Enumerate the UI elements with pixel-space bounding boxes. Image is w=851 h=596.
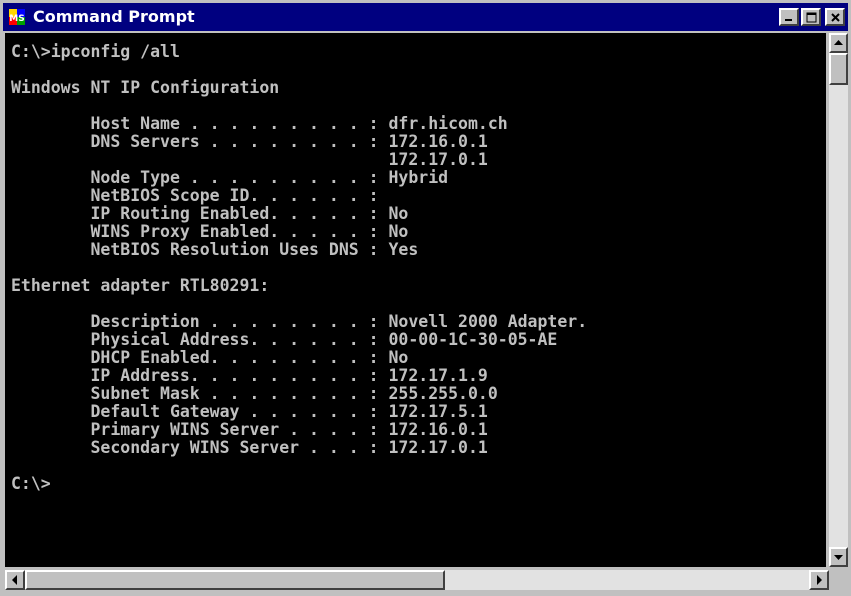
- console-line: Windows NT IP Configuration: [11, 78, 280, 97]
- console-line: Description . . . . . . . . : Novell 200…: [11, 312, 588, 331]
- window-title: Command Prompt: [33, 7, 195, 26]
- console-line: 172.17.0.1: [11, 150, 488, 169]
- ms-dos-icon[interactable]: MS: [9, 9, 25, 25]
- vertical-scroll-thumb[interactable]: [829, 53, 848, 85]
- console-line: DHCP Enabled. . . . . . . . : No: [11, 348, 409, 367]
- ms-logo-text: MS: [9, 14, 24, 24]
- close-button[interactable]: [825, 8, 845, 26]
- title-bar[interactable]: MS Command Prompt: [3, 3, 848, 31]
- minimize-icon: [785, 19, 792, 21]
- console-line: WINS Proxy Enabled. . . . . : No: [11, 222, 409, 241]
- vertical-scrollbar[interactable]: [829, 33, 848, 567]
- console-line: DNS Servers . . . . . . . . : 172.16.0.1: [11, 132, 488, 151]
- maximize-button[interactable]: [801, 8, 821, 26]
- console-line: Node Type . . . . . . . . . : Hybrid: [11, 168, 449, 187]
- arrow-down-icon: [834, 555, 843, 560]
- console-line: C:\>: [11, 474, 51, 493]
- resize-corner: [829, 570, 848, 590]
- console-output[interactable]: C:\>ipconfig /all Windows NT IP Configura…: [5, 33, 826, 567]
- console-line: Subnet Mask . . . . . . . . : 255.255.0.…: [11, 384, 498, 403]
- minimize-button[interactable]: [779, 8, 799, 26]
- console-line: Secondary WINS Server . . . : 172.17.0.1: [11, 438, 488, 457]
- console-line: Host Name . . . . . . . . . : dfr.hicom.…: [11, 114, 508, 133]
- arrow-left-icon: [12, 575, 17, 585]
- arrow-up-icon: [834, 40, 843, 45]
- arrow-right-icon: [817, 575, 822, 585]
- console-line: NetBIOS Resolution Uses DNS : Yes: [11, 240, 419, 259]
- console-line: IP Address. . . . . . . . . : 172.17.1.9: [11, 366, 488, 385]
- console-line: IP Routing Enabled. . . . . : No: [11, 204, 409, 223]
- console-line: Default Gateway . . . . . . : 172.17.5.1: [11, 402, 488, 421]
- scroll-right-button[interactable]: [809, 570, 829, 590]
- console-line: Primary WINS Server . . . . : 172.16.0.1: [11, 420, 488, 439]
- close-icon: [831, 13, 840, 22]
- horizontal-scrollbar[interactable]: [5, 570, 829, 590]
- horizontal-scroll-thumb[interactable]: [25, 570, 445, 590]
- scroll-left-button[interactable]: [5, 570, 25, 590]
- command-prompt-window: MS Command Prompt C:\>ipconfig /all Windo…: [0, 0, 851, 596]
- maximize-icon: [806, 12, 817, 23]
- console-line: NetBIOS Scope ID. . . . . . :: [11, 186, 379, 205]
- console-line: Physical Address. . . . . . : 00-00-1C-3…: [11, 330, 558, 349]
- scroll-down-button[interactable]: [829, 547, 848, 567]
- console-line: C:\>ipconfig /all: [11, 42, 180, 61]
- console-line: Ethernet adapter RTL80291:: [11, 276, 270, 295]
- scroll-up-button[interactable]: [829, 33, 848, 53]
